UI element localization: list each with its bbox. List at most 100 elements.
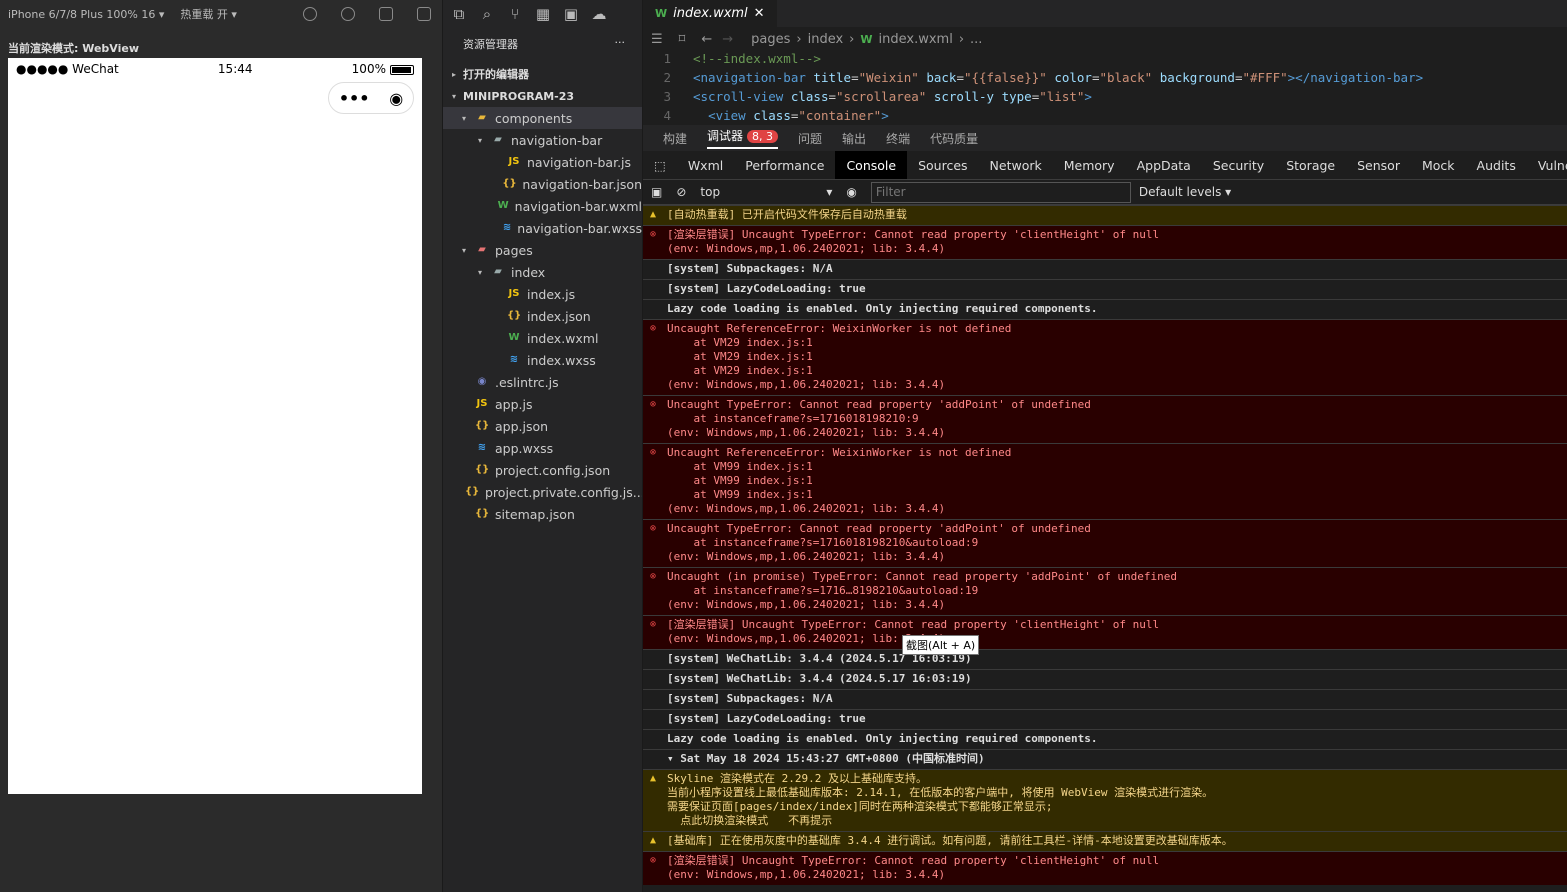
device-label: iPhone 6/7/8 Plus 100% 16	[8, 7, 156, 21]
tree-item[interactable]: {} app.json	[443, 415, 642, 437]
tab-code-quality[interactable]: 代码质量	[930, 130, 978, 147]
console-message-text: [system] LazyCodeLoading: true	[667, 712, 866, 725]
editor-tab-index-wxml[interactable]: W index.wxml ✕	[643, 0, 777, 27]
tree-item[interactable]: ≋ index.wxss	[443, 349, 642, 371]
tree-item[interactable]: {} project.config.json	[443, 459, 642, 481]
console-message: ▲ [基础库] 正在使用灰度中的基础库 3.4.4 进行调试。如有问题, 请前往工…	[643, 831, 1567, 851]
console-message: [system] WeChatLib: 3.4.4 (2024.5.17 16:…	[643, 649, 1567, 669]
search-icon[interactable]: ⌕	[479, 6, 495, 22]
inspect-element-icon[interactable]: ⬚	[643, 151, 677, 179]
more-icon[interactable]: •••	[339, 89, 370, 108]
tab-problems[interactable]: 问题	[798, 130, 822, 147]
log-levels-select[interactable]: Default levels ▾	[1139, 185, 1231, 199]
tree-item[interactable]: ≋ navigation-bar.wxss	[443, 217, 642, 239]
panel-tab-security[interactable]: Security	[1202, 151, 1275, 179]
panel-tab-sources[interactable]: Sources	[907, 151, 978, 179]
context-select[interactable]: top ▾	[700, 185, 832, 199]
tab-output[interactable]: 输出	[842, 130, 866, 147]
panel-tab-storage[interactable]: Storage	[1275, 151, 1346, 179]
more-actions-icon[interactable]: ···	[615, 36, 626, 52]
close-icon[interactable]: ✕	[754, 6, 765, 21]
breadcrumb-file[interactable]: index.wxml	[879, 32, 953, 47]
cloud-icon[interactable]: ☁	[591, 6, 607, 22]
code-line[interactable]: 3 <scroll-view class="scrollarea" scroll-…	[643, 87, 1567, 106]
tree-item[interactable]: ◉ .eslintrc.js	[443, 371, 642, 393]
tree-item-label: .eslintrc.js	[495, 374, 559, 390]
tree-item-label: app.js	[495, 396, 533, 412]
console-output: ▲ [自动热重载] 已开启代码文件保存后自动热重载 ⊗ [渲染层错误] Uncaugh…	[643, 205, 1567, 892]
tree-item[interactable]: {} project.private.config.js...	[443, 481, 642, 503]
tree-item[interactable]: JS index.js	[443, 283, 642, 305]
code-editor: W index.wxml ✕ ☰ ⌑ ← → pages › index › W i…	[643, 0, 1567, 125]
forward-icon[interactable]: →	[722, 32, 733, 47]
tree-item[interactable]: ≋ app.wxss	[443, 437, 642, 459]
sidebar-toggle-icon[interactable]: ▣	[651, 185, 662, 199]
simulator-panel: iPhone 6/7/8 Plus 100% 16 ▾ 热重载 开 ▾ 当前渲染…	[0, 0, 443, 892]
panel-tab-performance[interactable]: Performance	[734, 151, 835, 179]
console-message: Lazy code loading is enabled. Only injec…	[643, 299, 1567, 319]
tree-item[interactable]: Windex.wxml	[443, 327, 642, 349]
file-icon: {}	[507, 310, 522, 321]
console-message: ⊗ [渲染层错误] Uncaught TypeError: Cannot read…	[643, 225, 1567, 259]
tree-item[interactable]: ▾ ▰ components	[443, 107, 642, 129]
error-icon: ⊗	[650, 523, 657, 534]
stop-icon[interactable]	[341, 7, 355, 21]
tree-item[interactable]: JS app.js	[443, 393, 642, 415]
close-miniprogram-icon[interactable]: ◉	[389, 89, 403, 108]
panel-tab-sensor[interactable]: Sensor	[1346, 151, 1411, 179]
list-icon[interactable]: ☰	[651, 32, 663, 47]
code-line[interactable]: 1 <!--index.wxml-->	[643, 49, 1567, 68]
panel-tab-audits[interactable]: Audits	[1466, 151, 1527, 179]
error-icon: ⊗	[650, 399, 657, 410]
tree-item[interactable]: ▾ ▰ navigation-bar	[443, 129, 642, 151]
source-control-icon[interactable]: ⑂	[507, 6, 523, 22]
panel-tab-vulnerability[interactable]: Vulnerability	[1527, 151, 1567, 179]
tree-item[interactable]: {} index.json	[443, 305, 642, 327]
code-line[interactable]: 2 <navigation-bar title="Weixin" back="{{…	[643, 68, 1567, 87]
project-label: MINIPROGRAM-23	[463, 89, 575, 103]
breadcrumb-more[interactable]: ...	[970, 32, 982, 47]
live-expression-icon[interactable]: ◉	[846, 185, 856, 199]
panel-tab-network[interactable]: Network	[979, 151, 1053, 179]
window-icon[interactable]	[417, 7, 431, 21]
tree-item[interactable]: ▾ ▰ pages	[443, 239, 642, 261]
bookmark-icon[interactable]: ⌑	[679, 32, 686, 47]
phone-screen[interactable]: ●●●●● WeChat 15:44 100% ••• ◉	[8, 58, 422, 794]
console-message: ⊗ Uncaught (in promise) TypeError: Cannot…	[643, 567, 1567, 615]
refresh-icon[interactable]	[303, 7, 317, 21]
tree-item[interactable]: JS navigation-bar.js	[443, 151, 642, 173]
debug-icon[interactable]: ▣	[563, 6, 579, 22]
clear-console-icon[interactable]: ⊘	[676, 185, 686, 199]
phone-icon[interactable]	[379, 7, 393, 21]
code-line[interactable]: 4 <view class="container">	[643, 106, 1567, 125]
open-editors-section[interactable]: ▸ 打开的编辑器	[443, 63, 642, 85]
panel-tab-mock[interactable]: Mock	[1411, 151, 1466, 179]
hot-reload-select[interactable]: 热重载 开 ▾	[172, 6, 245, 22]
tab-debugger[interactable]: 调试器 8, 3	[707, 127, 779, 149]
panel-tab-appdata[interactable]: AppData	[1126, 151, 1202, 179]
tree-item[interactable]: Wnavigation-bar.wxml	[443, 195, 642, 217]
tree-item[interactable]: ▾ ▰ index	[443, 261, 642, 283]
panel-tab-memory[interactable]: Memory	[1053, 151, 1126, 179]
panel-tab-wxml[interactable]: Wxml	[677, 151, 734, 179]
console-toolbar: ▣ ⊘ top▾ ◉ Default levels ▾	[643, 180, 1567, 205]
back-icon[interactable]: ←	[701, 32, 712, 47]
breadcrumb-index[interactable]: index	[808, 32, 844, 47]
tree-item-label: navigation-bar.wxss	[517, 220, 642, 236]
device-select[interactable]: iPhone 6/7/8 Plus 100% 16 ▾	[0, 8, 172, 21]
filter-input[interactable]	[870, 181, 1131, 203]
panel-tab-console[interactable]: Console	[835, 151, 908, 179]
tree-item[interactable]: {} navigation-bar.json	[443, 173, 642, 195]
tab-build[interactable]: 构建	[663, 130, 687, 147]
extensions-icon[interactable]: ▦	[535, 6, 551, 22]
files-icon[interactable]: ⧉	[451, 6, 467, 22]
tab-terminal[interactable]: 终端	[886, 130, 910, 147]
tree-item-label: project.config.json	[495, 462, 611, 478]
tree-item[interactable]: {} sitemap.json	[443, 503, 642, 525]
battery-indicator: 100%	[352, 62, 414, 76]
screenshot-tooltip: 截图(Alt + A)	[902, 635, 980, 655]
breadcrumb-pages[interactable]: pages	[751, 32, 790, 47]
console-message: ⊗ Uncaught TypeError: Cannot read propert…	[643, 395, 1567, 443]
project-section[interactable]: ▾ MINIPROGRAM-23	[443, 85, 642, 107]
console-message: [system] LazyCodeLoading: true	[643, 279, 1567, 299]
